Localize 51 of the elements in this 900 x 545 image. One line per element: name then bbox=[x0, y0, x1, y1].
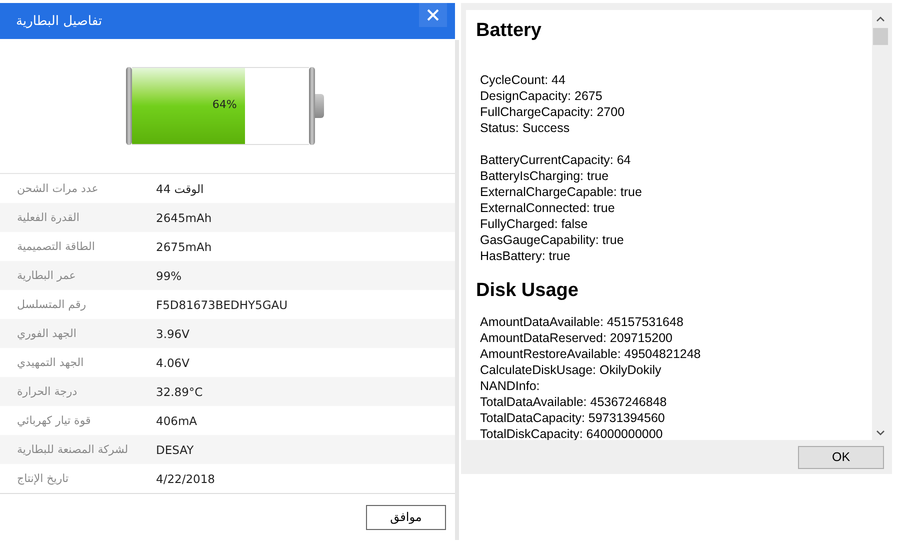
detail-label: الجهد التمهيدي bbox=[16, 356, 85, 369]
detail-value: 4.06V bbox=[156, 356, 190, 370]
report-line: ExternalConnected: true bbox=[480, 200, 616, 216]
detail-label: لشركة المصنعة للبطارية bbox=[16, 443, 130, 456]
detail-label: الجهد الفوري bbox=[16, 327, 78, 340]
detail-label: عدد مرات الشحن bbox=[16, 182, 100, 195]
report-line: Status: Success bbox=[480, 120, 571, 136]
detail-label: تاريخ الإنتاج bbox=[16, 472, 70, 485]
detail-value: 32.89°C bbox=[156, 384, 203, 398]
detail-value: 2645mAh bbox=[156, 210, 212, 224]
detail-value: 3.96V bbox=[156, 326, 190, 340]
report-line: HasBattery: true bbox=[480, 248, 572, 264]
report-line: ExternalChargeCapable: true bbox=[480, 184, 643, 200]
report-line: DesignCapacity: 2675 bbox=[480, 88, 604, 104]
detail-label: الطاقة التصميمية bbox=[16, 240, 96, 253]
detail-label: عمر البطارية bbox=[16, 269, 77, 282]
ok-button[interactable]: OK bbox=[798, 446, 884, 468]
detail-value: 406mA bbox=[156, 414, 198, 428]
report-line: BatteryCurrentCapacity: 64 bbox=[480, 152, 632, 168]
report-line: NANDInfo: bbox=[480, 378, 541, 394]
detail-label: رقم المتسلسل bbox=[16, 298, 88, 311]
close-button[interactable] bbox=[419, 3, 447, 27]
report-line: TotalDataCapacity: 59731394560 bbox=[480, 410, 666, 426]
report-line: AmountRestoreAvailable: 49504821248 bbox=[480, 346, 702, 362]
detail-label: القدرة الفعلية bbox=[16, 211, 80, 224]
report-line: BatteryIsCharging: true bbox=[480, 168, 610, 184]
window-title: تفاصيل البطارية bbox=[16, 14, 102, 28]
report-line: FullChargeCapacity: 2700 bbox=[480, 104, 626, 120]
report-line: FullyCharged: false bbox=[480, 216, 589, 232]
ok-button[interactable]: موافق bbox=[366, 504, 446, 530]
battery-percent: 64% bbox=[212, 98, 237, 111]
report-line: AmountDataReserved: 209715200 bbox=[480, 330, 674, 346]
detail-value: 4/22/2018 bbox=[156, 472, 215, 486]
scroll-up-icon[interactable] bbox=[876, 16, 885, 22]
close-icon bbox=[427, 9, 439, 21]
section-heading: Disk Usage bbox=[476, 280, 580, 302]
detail-label: درجة الحرارة bbox=[16, 385, 78, 398]
detail-value: الوقت 44 bbox=[156, 182, 204, 196]
report-line: TotalDataAvailable: 45367246848 bbox=[480, 394, 668, 410]
section-heading: Battery bbox=[476, 20, 542, 42]
report-line: GasGaugeCapability: true bbox=[480, 232, 625, 248]
detail-value: 99% bbox=[156, 268, 182, 282]
report-line: CycleCount: 44 bbox=[480, 72, 566, 88]
scroll-thumb[interactable] bbox=[873, 28, 888, 45]
detail-value: 2675mAh bbox=[156, 240, 212, 254]
detail-value: DESAY bbox=[156, 442, 194, 456]
detail-label: قوة تيار كهربائي bbox=[16, 414, 92, 427]
report-line: CalculateDiskUsage: OkilyDokily bbox=[480, 362, 662, 378]
detail-value: F5D81673BEDHY5GAU bbox=[156, 298, 288, 312]
report-line: AmountDataAvailable: 45157531648 bbox=[480, 314, 684, 330]
scroll-down-icon[interactable] bbox=[876, 430, 885, 436]
